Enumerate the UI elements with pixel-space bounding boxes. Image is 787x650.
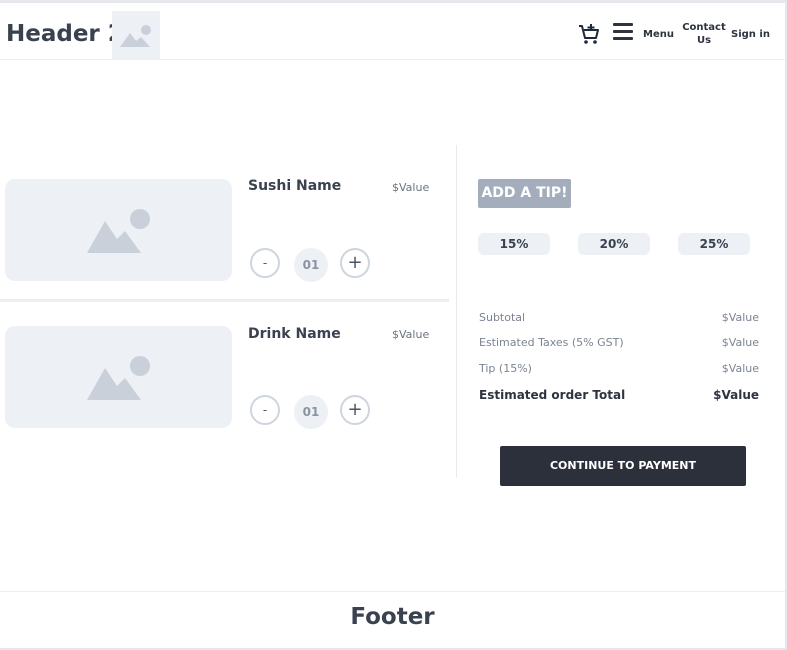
tip-option-25[interactable]: 25% — [678, 233, 750, 255]
hamburger-icon[interactable] — [613, 23, 633, 41]
tax-label: Estimated Taxes (5% GST) — [479, 336, 624, 349]
quantity-value: 01 — [294, 248, 328, 282]
footer-title: Footer — [350, 604, 435, 630]
tip-option-15[interactable]: 15% — [478, 233, 550, 255]
quantity-decrease-button[interactable]: - — [250, 248, 280, 278]
image-placeholder-icon — [87, 209, 150, 253]
column-divider — [456, 145, 457, 478]
quantity-increase-button[interactable]: + — [340, 395, 370, 425]
subtotal-label: Subtotal — [479, 311, 526, 324]
quantity-decrease-button[interactable]: - — [250, 395, 280, 425]
header-title: Header 2 — [6, 21, 124, 47]
item-name: Drink Name — [248, 326, 341, 342]
tip-label: Tip (15%) — [479, 362, 532, 375]
header: Header 2 Menu Contact Us Sign in — [0, 3, 785, 60]
tip-value: $Value — [721, 362, 759, 375]
image-placeholder-icon — [87, 356, 150, 400]
nav-sign-in[interactable]: Sign in — [731, 28, 770, 41]
cart-icon[interactable] — [577, 22, 601, 46]
nav-menu[interactable]: Menu — [643, 28, 674, 41]
item-price: $Value — [392, 328, 430, 341]
nav-contact-us[interactable]: Contact Us — [682, 21, 726, 47]
image-placeholder-icon — [120, 25, 151, 47]
subtotal-value: $Value — [721, 311, 759, 324]
continue-to-payment-button[interactable]: CONTINUE TO PAYMENT — [500, 446, 746, 486]
item-image — [5, 179, 232, 281]
tax-value: $Value — [721, 336, 759, 349]
item-price: $Value — [392, 181, 430, 194]
footer: Footer — [0, 591, 785, 646]
item-image — [5, 326, 232, 428]
add-tip-heading: ADD A TIP! — [478, 179, 571, 208]
item-name: Sushi Name — [248, 178, 342, 194]
quantity-increase-button[interactable]: + — [340, 248, 370, 278]
total-label: Estimated order Total — [479, 388, 626, 402]
tip-option-20[interactable]: 20% — [578, 233, 650, 255]
item-divider — [0, 299, 449, 302]
page-frame — [0, 0, 787, 650]
logo-placeholder — [112, 11, 160, 59]
total-value: $Value — [713, 388, 759, 402]
quantity-value: 01 — [294, 395, 328, 429]
